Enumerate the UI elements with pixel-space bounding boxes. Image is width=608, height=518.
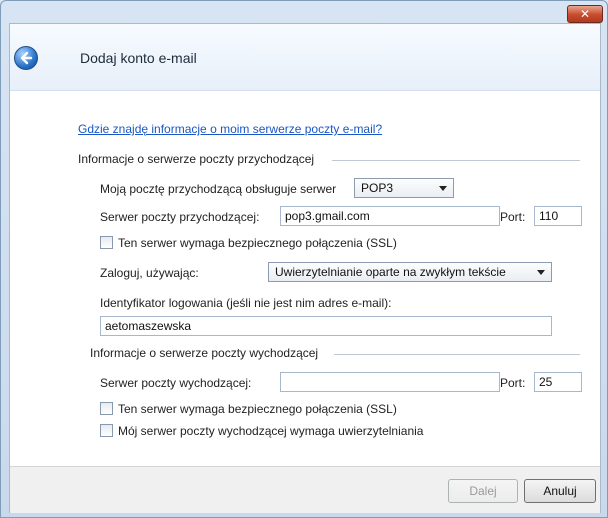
dialog-window: ✕ Dodaj konto e-mail Gdzie znajdę inform… xyxy=(0,0,608,518)
outgoing-group-divider xyxy=(334,354,580,355)
chevron-down-icon xyxy=(537,270,545,275)
incoming-ssl-label: Ten serwer wymaga bezpiecznego połączeni… xyxy=(118,236,397,250)
back-arrow-icon xyxy=(20,51,33,65)
outgoing-ssl-checkbox[interactable] xyxy=(100,402,113,415)
outgoing-auth-label: Mój serwer poczty wychodzącej wymaga uwi… xyxy=(118,424,424,438)
outgoing-ssl-label: Ten serwer wymaga bezpiecznego połączeni… xyxy=(118,402,397,416)
incoming-port-input[interactable]: 110 xyxy=(534,206,582,226)
incoming-group-divider xyxy=(332,160,580,161)
server-type-value: POP3 xyxy=(361,181,394,195)
outgoing-server-label: Serwer poczty wychodzącej: xyxy=(100,376,252,390)
cancel-button[interactable]: Anuluj xyxy=(524,479,596,503)
incoming-port-label: Port: xyxy=(500,210,526,224)
dialog-header: Dodaj konto e-mail xyxy=(10,24,600,91)
server-type-dropdown[interactable]: POP3 xyxy=(354,178,454,198)
outgoing-server-input[interactable] xyxy=(280,372,500,392)
outgoing-auth-checkbox[interactable] xyxy=(100,424,113,437)
outgoing-group-label: Informacje o serwerze poczty wychodzącej xyxy=(90,346,319,360)
close-button[interactable]: ✕ xyxy=(567,5,603,23)
dialog-title: Dodaj konto e-mail xyxy=(80,50,197,66)
dialog-footer: Dalej Anuluj xyxy=(10,466,600,513)
login-method-label: Zaloguj, używając: xyxy=(100,266,199,280)
back-button[interactable] xyxy=(14,46,38,70)
server-type-label: Moją pocztę przychodzącą obsługuje serwe… xyxy=(100,182,337,196)
dialog-client-area: Dodaj konto e-mail Gdzie znajdę informac… xyxy=(9,23,601,513)
incoming-group-label: Informacje o serwerze poczty przychodząc… xyxy=(78,152,315,166)
help-link[interactable]: Gdzie znajdę informacje o moim serwerze … xyxy=(78,122,382,136)
next-button[interactable]: Dalej xyxy=(448,479,518,503)
outgoing-port-input[interactable]: 25 xyxy=(534,372,582,392)
incoming-server-input[interactable]: pop3.gmail.com xyxy=(280,206,500,226)
login-method-value: Uwierzytelnianie oparte na zwykłym tekśc… xyxy=(275,265,506,279)
chevron-down-icon xyxy=(439,186,447,191)
incoming-server-label: Serwer poczty przychodzącej: xyxy=(100,210,260,224)
login-id-input[interactable]: aetomaszewska xyxy=(100,316,552,336)
login-method-dropdown[interactable]: Uwierzytelnianie oparte na zwykłym tekśc… xyxy=(268,262,552,282)
incoming-ssl-checkbox[interactable] xyxy=(100,236,113,249)
outgoing-port-label: Port: xyxy=(500,376,526,390)
login-id-label: Identyfikator logowania (jeśli nie jest … xyxy=(100,296,392,310)
